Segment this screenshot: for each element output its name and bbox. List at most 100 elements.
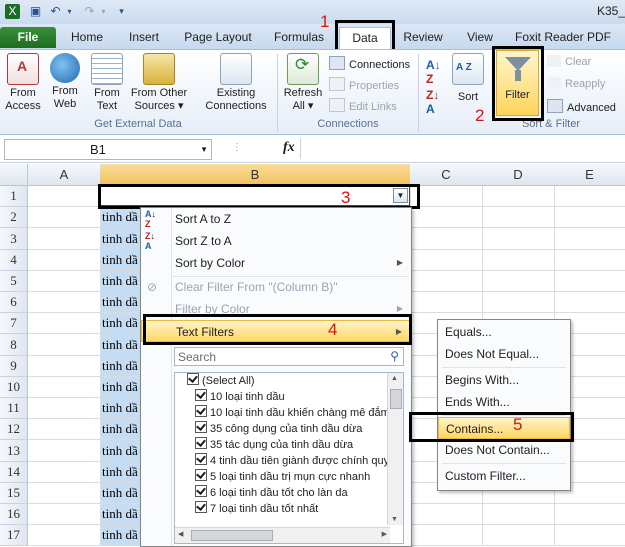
from-other-sources-button[interactable]: From Other Sources ▾ — [128, 53, 190, 113]
existing-connections-button[interactable]: Existing Connections — [200, 53, 272, 113]
checkbox-icon[interactable] — [195, 469, 207, 481]
filter-value-list[interactable]: (Select All) 10 loại tinh dầu 10 loại ti… — [174, 372, 404, 544]
tab-view[interactable]: View — [458, 27, 502, 48]
sort-button[interactable]: A Z Sort — [450, 53, 486, 104]
menu-begins-with[interactable]: Begins With... — [438, 369, 570, 391]
redo-icon[interactable]: ↷ — [82, 4, 97, 19]
advanced-button[interactable]: Advanced — [547, 99, 616, 114]
row-header[interactable]: 3 — [0, 228, 28, 250]
tab-insert[interactable]: Insert — [120, 27, 168, 48]
row-header[interactable]: 11 — [0, 398, 28, 419]
tab-page-layout[interactable]: Page Layout — [180, 27, 256, 48]
formula-input[interactable] — [300, 138, 625, 159]
cell-b[interactable]: tinh dầ — [100, 292, 140, 312]
row-header[interactable]: 6 — [0, 292, 28, 313]
menu-sort-by-color[interactable]: Sort by Color ▶ — [141, 252, 411, 274]
cell-b[interactable]: tinh dầ — [100, 483, 140, 503]
row-header[interactable]: 7 — [0, 313, 28, 334]
search-icon[interactable]: ⚲ — [390, 349, 399, 363]
filter-item[interactable]: 10 loại tinh dầu khiến chàng mê đắm — [195, 405, 390, 421]
row-header[interactable]: 17 — [0, 525, 28, 546]
menu-does-not-contain[interactable]: Does Not Contain... — [438, 439, 570, 461]
row-header[interactable]: 1 — [0, 186, 28, 207]
scroll-left-icon[interactable]: ◀ — [178, 530, 183, 538]
row-header[interactable]: 10 — [0, 377, 28, 398]
cell-b[interactable]: tinh dầ — [100, 334, 140, 355]
row-header[interactable]: 13 — [0, 440, 28, 462]
row-header[interactable]: 5 — [0, 271, 28, 292]
cell-b[interactable]: tinh dầ — [100, 228, 140, 249]
from-web-button[interactable]: From Web — [46, 53, 84, 111]
customize-toolbar-icon[interactable]: ▾ — [114, 4, 129, 19]
row-header[interactable]: 9 — [0, 356, 28, 377]
cell-b[interactable]: tinh dầ — [100, 419, 140, 439]
filter-item[interactable]: 4 tinh dầu tiên giành được chính quy — [195, 453, 389, 469]
filter-search-input[interactable]: Search ⚲ — [174, 347, 404, 366]
name-box-dropdown-icon[interactable]: ▼ — [200, 140, 208, 159]
tab-foxit-reader-pdf[interactable]: Foxit Reader PDF — [508, 27, 618, 48]
undo-icon[interactable]: ↶ — [48, 4, 63, 19]
connections-button[interactable]: Connections — [329, 56, 410, 71]
row-header[interactable]: 4 — [0, 250, 28, 271]
column-header-d[interactable]: D — [482, 164, 555, 186]
from-access-button[interactable]: A From Access — [4, 53, 42, 113]
checkbox-icon[interactable] — [195, 501, 207, 513]
menu-does-not-equal[interactable]: Does Not Equal... — [438, 343, 570, 365]
row-header[interactable]: 12 — [0, 419, 28, 440]
menu-sort-z-to-a[interactable]: Z↓ A Sort Z to A — [141, 230, 411, 252]
filter-list-scrollbar[interactable]: ▲ ▼ — [387, 373, 403, 525]
cell-b[interactable]: tinh dầ — [100, 207, 140, 227]
tab-home[interactable]: Home — [64, 27, 110, 48]
checkbox-icon[interactable] — [195, 405, 207, 417]
name-box[interactable]: B1 ▼ — [4, 139, 212, 160]
row-header[interactable]: 2 — [0, 207, 28, 228]
cell-b[interactable]: tinh dầ — [100, 462, 140, 482]
checkbox-icon[interactable] — [195, 437, 207, 449]
cell-b[interactable]: tinh dầ — [100, 271, 140, 291]
clear-button[interactable]: Clear — [547, 55, 591, 68]
from-text-button[interactable]: From Text — [88, 53, 126, 113]
filter-item-select-all[interactable]: (Select All) — [187, 373, 255, 389]
row-header[interactable]: 14 — [0, 462, 28, 483]
column-header-e[interactable]: E — [554, 164, 625, 186]
column-header-b[interactable]: B — [100, 164, 411, 186]
menu-equals[interactable]: Equals... — [438, 321, 570, 343]
refresh-all-button[interactable]: ⟳ Refresh All ▾ — [282, 53, 324, 113]
menu-clear-filter[interactable]: ⊘ Clear Filter From "(Column B)" — [141, 276, 411, 298]
cell-b[interactable]: tinh dầ — [100, 440, 140, 461]
checkbox-icon[interactable] — [195, 485, 207, 497]
sort-a-z-button[interactable]: A↓ Z — [426, 58, 441, 86]
column-header-a[interactable]: A — [28, 164, 101, 186]
scroll-up-icon[interactable]: ▲ — [391, 375, 398, 382]
cell-b[interactable]: tinh dầ — [100, 504, 140, 524]
filter-item[interactable]: 35 công dụng của tinh dầu dừa — [195, 421, 362, 437]
cell-b[interactable]: tinh dầ — [100, 356, 140, 376]
select-all-corner[interactable] — [0, 164, 28, 186]
column-header-c[interactable]: C — [410, 164, 483, 186]
scroll-down-icon[interactable]: ▼ — [391, 516, 398, 523]
menu-sort-a-to-z[interactable]: A↓ Z Sort A to Z — [141, 208, 411, 230]
undo-dropdown-icon[interactable]: ▾ — [62, 4, 77, 19]
cell-b[interactable]: tinh dầ — [100, 377, 140, 397]
checkbox-icon[interactable] — [195, 453, 207, 465]
tab-review[interactable]: Review — [396, 27, 450, 48]
scroll-thumb[interactable] — [390, 389, 402, 409]
menu-custom-filter[interactable]: Custom Filter... — [438, 465, 570, 487]
checkbox-icon[interactable] — [195, 421, 207, 433]
checkbox-icon[interactable] — [195, 389, 207, 401]
save-icon[interactable]: ▣ — [28, 4, 43, 19]
row-header[interactable]: 15 — [0, 483, 28, 504]
tab-file[interactable]: File — [0, 27, 56, 48]
edit-links-button[interactable]: Edit Links — [329, 98, 397, 113]
insert-function-icon[interactable]: fx — [283, 140, 295, 156]
row-header[interactable]: 8 — [0, 334, 28, 356]
cell-b[interactable]: tinh dầ — [100, 250, 140, 270]
filter-item[interactable]: 35 tác dụng của tinh dầu dừa — [195, 437, 353, 453]
scroll-right-icon[interactable]: ▶ — [382, 530, 387, 538]
menu-ends-with[interactable]: Ends With... — [438, 391, 570, 413]
reapply-button[interactable]: Reapply — [547, 77, 605, 90]
cell-b[interactable]: tinh dầ — [100, 313, 140, 333]
filter-item[interactable]: 5 loại tinh dầu trị mụn cực nhanh — [195, 469, 370, 485]
sort-z-a-button[interactable]: Z↓ A — [426, 88, 439, 116]
row-header[interactable]: 16 — [0, 504, 28, 525]
